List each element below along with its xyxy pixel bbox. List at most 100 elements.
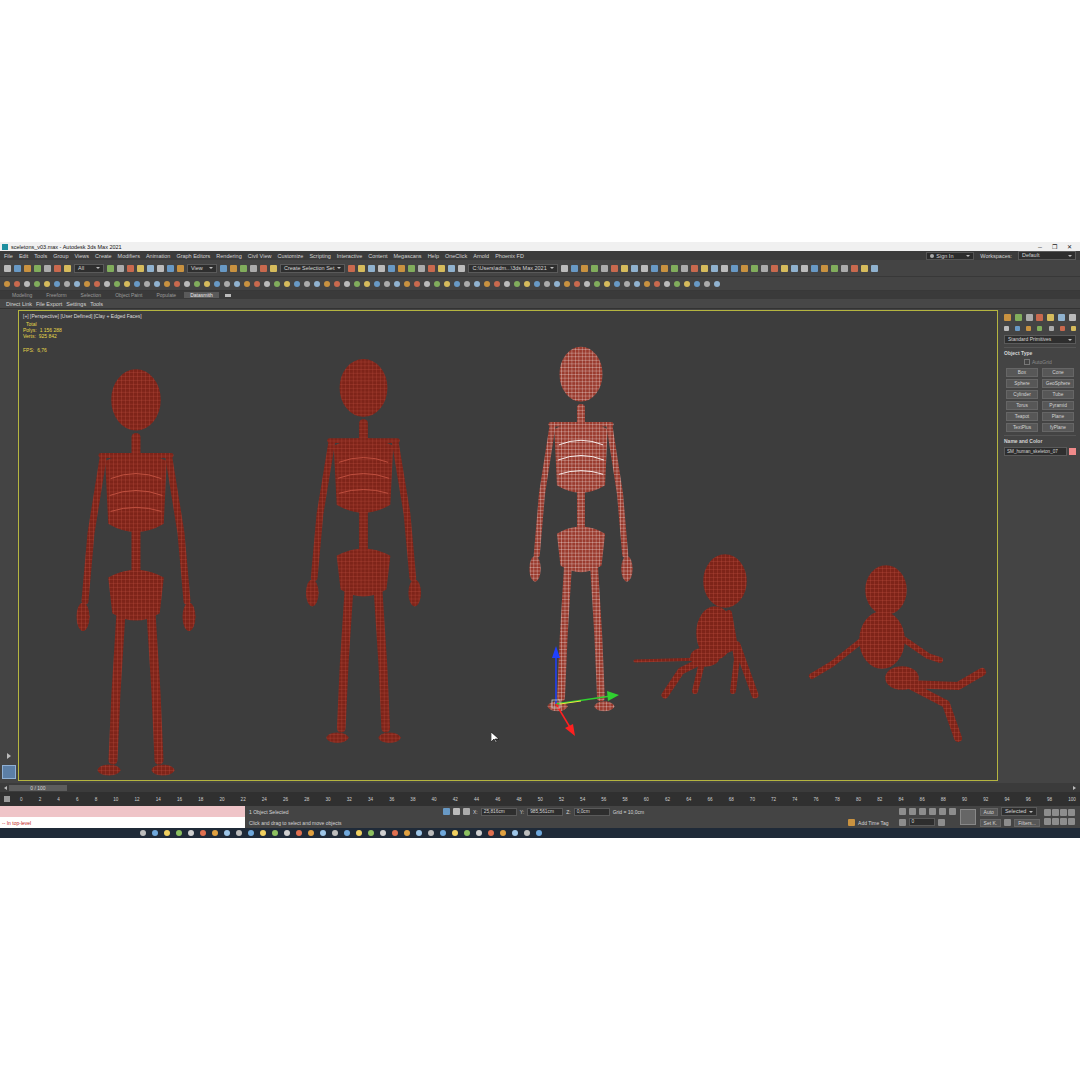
tool-icon[interactable]	[514, 281, 520, 287]
taskbar-app-icon[interactable]	[476, 830, 482, 836]
tool-icon[interactable]	[164, 281, 170, 287]
tool-icon[interactable]	[244, 281, 250, 287]
navigation-icon[interactable]	[1060, 809, 1067, 816]
taskbar-app-icon[interactable]	[332, 830, 338, 836]
tool-icon[interactable]	[684, 281, 690, 287]
tool-icon[interactable]	[781, 265, 788, 272]
window-control[interactable]: ✕	[1067, 244, 1072, 250]
taskbar-app-icon[interactable]	[536, 830, 542, 836]
expand-icon[interactable]	[7, 753, 11, 759]
taskbar-app-icon[interactable]	[404, 830, 410, 836]
tool-icon[interactable]	[167, 265, 174, 272]
tool-icon[interactable]	[851, 265, 858, 272]
primitive-button[interactable]: Torus	[1006, 401, 1038, 410]
isolate-icon[interactable]	[443, 808, 450, 815]
set-key-button[interactable]: Set K.	[980, 819, 1002, 827]
tool-icon[interactable]	[14, 265, 21, 272]
key-filter-dropdown[interactable]: Selected	[1001, 807, 1037, 816]
object-name-field[interactable]: SM_human_skeleton_07	[1004, 447, 1067, 456]
tool-icon[interactable]	[428, 265, 435, 272]
set-key-button-icon[interactable]	[960, 809, 976, 825]
key-mode-icon[interactable]	[899, 819, 906, 826]
tool-icon[interactable]	[611, 265, 618, 272]
tool-icon[interactable]	[254, 281, 260, 287]
tool-icon[interactable]	[398, 265, 405, 272]
key-filters-button[interactable]: Filters...	[1014, 819, 1040, 827]
tool-icon[interactable]	[504, 281, 510, 287]
taskbar-app-icon[interactable]	[200, 830, 206, 836]
tool-icon[interactable]	[434, 281, 440, 287]
category-icon[interactable]	[1060, 326, 1065, 331]
tool-icon[interactable]	[174, 281, 180, 287]
tool-icon[interactable]	[594, 281, 600, 287]
menu-item[interactable]: Tools	[34, 253, 47, 259]
panel-tab-icon[interactable]	[1058, 314, 1065, 321]
skeleton-model[interactable]	[516, 342, 646, 717]
tool-icon[interactable]	[484, 281, 490, 287]
playback-button-icon[interactable]	[899, 808, 906, 815]
taskbar-app-icon[interactable]	[260, 830, 266, 836]
taskbar-app-icon[interactable]	[164, 830, 170, 836]
time-slider[interactable]: 0 / 100	[9, 785, 67, 791]
rollout-header[interactable]: Object Type	[1004, 347, 1076, 356]
tool-icon[interactable]	[144, 281, 150, 287]
tool-icon[interactable]	[348, 265, 355, 272]
workspace-dropdown[interactable]: Default	[1018, 251, 1076, 260]
tool-icon[interactable]	[801, 265, 808, 272]
menu-item[interactable]: Customize	[277, 253, 303, 259]
tool-icon[interactable]	[418, 265, 425, 272]
primitive-button[interactable]: Box	[1006, 368, 1038, 377]
primitive-button[interactable]: Cylinder	[1006, 390, 1038, 399]
time-config-icon[interactable]	[938, 819, 945, 826]
move-gizmo-icon[interactable]	[541, 644, 621, 739]
tool-icon[interactable]	[574, 281, 580, 287]
playback-button-icon[interactable]	[949, 808, 956, 815]
skeleton-model[interactable]	[61, 364, 211, 781]
object-color-swatch[interactable]	[1069, 448, 1076, 455]
tool-icon[interactable]	[671, 265, 678, 272]
tool-icon[interactable]	[334, 281, 340, 287]
tool-icon[interactable]	[230, 265, 237, 272]
absolute-mode-icon[interactable]	[463, 808, 470, 815]
ribbon-tab[interactable]: Modeling	[6, 292, 38, 298]
current-frame-field[interactable]: 0	[909, 818, 935, 826]
primitive-button[interactable]: Teapot	[1006, 412, 1038, 421]
tool-icon[interactable]	[621, 265, 628, 272]
tool-icon[interactable]	[674, 281, 680, 287]
tool-icon[interactable]	[64, 281, 70, 287]
tool-icon[interactable]	[364, 281, 370, 287]
navigation-icon[interactable]	[1060, 818, 1067, 825]
taskbar-app-icon[interactable]	[236, 830, 242, 836]
tool-icon[interactable]	[314, 281, 320, 287]
tool-icon[interactable]	[771, 265, 778, 272]
tool-icon[interactable]	[270, 265, 277, 272]
taskbar-app-icon[interactable]	[464, 830, 470, 836]
lock-icon[interactable]	[453, 808, 460, 815]
tool-icon[interactable]	[841, 265, 848, 272]
menu-item[interactable]: Scripting	[309, 253, 330, 259]
ribbon-tab[interactable]: Object Paint	[109, 292, 148, 298]
ribbon-tool[interactable]: Settings	[66, 301, 86, 307]
panel-tab-icon[interactable]	[1026, 314, 1033, 321]
tool-icon[interactable]	[137, 265, 144, 272]
taskbar-app-icon[interactable]	[320, 830, 326, 836]
tool-icon[interactable]	[344, 281, 350, 287]
taskbar-app-icon[interactable]	[140, 830, 146, 836]
tool-icon[interactable]	[474, 281, 480, 287]
tool-icon[interactable]	[394, 281, 400, 287]
primitive-button[interactable]: fyPlane	[1042, 423, 1074, 432]
tool-icon[interactable]	[220, 265, 227, 272]
menu-item[interactable]: Group	[53, 253, 68, 259]
menu-item[interactable]: Rendering	[216, 253, 241, 259]
next-frame-icon[interactable]	[1073, 786, 1076, 790]
tool-icon[interactable]	[664, 281, 670, 287]
tool-icon[interactable]	[14, 281, 20, 287]
track-bar-icon[interactable]	[4, 796, 10, 802]
tool-icon[interactable]	[4, 281, 10, 287]
tool-icon[interactable]	[751, 265, 758, 272]
tool-icon[interactable]	[821, 265, 828, 272]
ribbon-tool[interactable]: File Export	[36, 301, 62, 307]
perspective-viewport[interactable]: [+] [Perspective] [User Defined] [Clay +…	[18, 310, 998, 781]
taskbar-app-icon[interactable]	[284, 830, 290, 836]
primitive-button[interactable]: TextPlus	[1006, 423, 1038, 432]
